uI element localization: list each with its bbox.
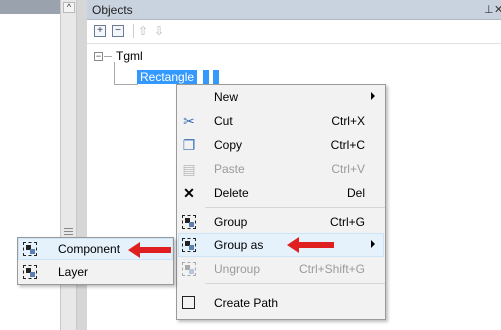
submenu-arrow-icon (371, 92, 375, 100)
menu-item-label: Create Path (214, 296, 279, 310)
selection-extension (203, 70, 209, 84)
scroll-grip-icon[interactable] (64, 228, 73, 236)
tree-connector (114, 84, 138, 85)
menu-item-label: Paste (214, 162, 245, 176)
menu-item-ungroup[interactable]: Ungroup Ctrl+Shift+G (177, 257, 385, 281)
menu-item-copy[interactable]: ❐ Copy Ctrl+C (177, 133, 385, 157)
group-as-icon (181, 237, 197, 253)
menu-item-label: Delete (214, 186, 249, 200)
copy-icon: ❐ (182, 137, 196, 153)
menu-item-label: Copy (214, 138, 243, 152)
menu-item-cut[interactable]: ✂ Cut Ctrl+X (177, 109, 385, 133)
tree-collapse-icon[interactable]: − (94, 52, 103, 61)
toolbar-separator (133, 24, 134, 38)
menu-item-label: Group as (214, 238, 264, 252)
component-icon (22, 241, 38, 257)
menu-separator (205, 207, 385, 208)
move-down-icon[interactable]: ⇩ (154, 24, 164, 38)
submenu-arrow-icon (371, 240, 375, 248)
menu-item-label: Ungroup (214, 262, 261, 276)
move-up-icon[interactable]: ⇧ (138, 24, 148, 38)
annotation-arrow-icon (128, 242, 171, 258)
submenu-item-label: Layer (58, 265, 89, 279)
objects-panel-header (87, 0, 501, 20)
tree-connector (114, 62, 115, 84)
tree-connector (104, 56, 112, 57)
scissors-icon: ✂ (183, 113, 195, 129)
annotation-arrow-icon (287, 237, 334, 253)
scroll-up-button[interactable]: ^ (63, 2, 75, 13)
menu-item-paste[interactable]: ▤ Paste Ctrl+V (177, 157, 385, 181)
layer-icon (22, 264, 38, 280)
menu-item-shortcut: Ctrl+Shift+G (298, 262, 365, 276)
menu-separator (205, 283, 385, 284)
menu-item-label: New (214, 90, 239, 104)
expand-all-icon[interactable]: + (94, 25, 106, 37)
selection-extension (213, 70, 219, 84)
submenu-item-layer[interactable]: Layer (18, 261, 173, 283)
create-path-icon (181, 295, 197, 311)
menu-item-shortcut: Ctrl+X (331, 114, 365, 128)
ungroup-icon (181, 261, 197, 277)
menu-item-group-as[interactable]: Group as (177, 233, 385, 257)
objects-toolbar (87, 20, 501, 44)
paste-icon: ▤ (182, 161, 196, 177)
menu-item-label: Cut (214, 114, 233, 128)
menu-item-group[interactable]: Group Ctrl+G (177, 210, 385, 234)
menu-item-label: Group (214, 215, 248, 229)
menu-item-shortcut: Ctrl+G (329, 215, 365, 229)
menu-item-shortcut: Del (346, 186, 365, 200)
panel-title: Objects (92, 3, 133, 17)
delete-x-icon: ✕ (183, 185, 195, 201)
close-icon[interactable]: ✕ (494, 3, 501, 16)
submenu-item-label: Component (58, 242, 121, 256)
pin-icon[interactable]: ⊥ (484, 3, 494, 16)
menu-item-shortcut: Ctrl+V (331, 162, 365, 176)
tree-root-node[interactable]: Tgml (116, 49, 143, 63)
menu-item-new[interactable]: New (177, 85, 385, 109)
menu-item-create-path[interactable]: Create Path (177, 291, 385, 315)
left-panel-header (0, 0, 60, 14)
menu-item-shortcut: Ctrl+C (330, 138, 365, 152)
collapse-all-icon[interactable]: − (112, 25, 124, 37)
tree-node-rectangle[interactable]: Rectangle (137, 70, 198, 84)
menu-item-delete[interactable]: ✕ Delete Del (177, 181, 385, 205)
group-icon (181, 214, 197, 230)
